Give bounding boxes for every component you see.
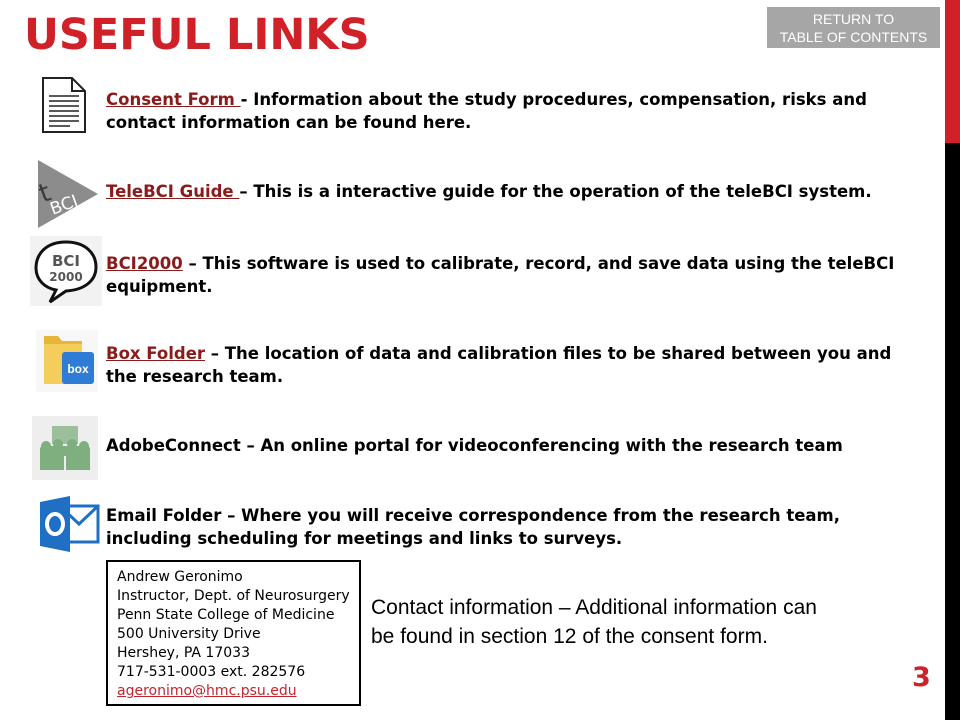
document-icon[interactable] bbox=[40, 76, 88, 134]
contact-email-link[interactable]: ageronimo@hmc.psu.edu bbox=[117, 682, 359, 701]
list-item-bci2000: BCI2000 – This software is used to calib… bbox=[106, 252, 896, 298]
page-title: USEFUL LINKS bbox=[24, 10, 370, 60]
email-folder-description: Email Folder – Where you will receive co… bbox=[106, 506, 840, 548]
contact-card: Andrew Geronimo Instructor, Dept. of Neu… bbox=[106, 560, 361, 706]
list-item-consent-form: Consent Form - Information about the stu… bbox=[106, 88, 896, 134]
return-button-line1: RETURN TO bbox=[812, 11, 895, 27]
telebci-logo-icon[interactable]: t BCI bbox=[36, 158, 100, 230]
contact-institution: Penn State College of Medicine bbox=[117, 607, 335, 623]
box-folder-link[interactable]: Box Folder bbox=[106, 344, 205, 363]
outlook-icon[interactable] bbox=[38, 494, 100, 554]
side-accent-bar-red bbox=[945, 0, 960, 143]
svg-text:BCI: BCI bbox=[52, 252, 80, 270]
adobeconnect-icon[interactable] bbox=[32, 416, 98, 480]
list-item-box-folder: Box Folder – The location of data and ca… bbox=[106, 342, 896, 388]
telebci-guide-description: – This is a interactive guide for the op… bbox=[239, 182, 872, 201]
bci2000-logo-icon[interactable]: BCI 2000 bbox=[30, 236, 102, 306]
contact-phone: 717-531-0003 ext. 282576 bbox=[117, 664, 306, 680]
contact-street: 500 University Drive bbox=[117, 626, 261, 642]
page-number: 3 bbox=[912, 662, 931, 693]
contact-position: Instructor, Dept. of Neurosurgery bbox=[117, 588, 350, 604]
return-button-line2: TABLE OF CONTENTS bbox=[779, 29, 928, 45]
side-accent-bar-black bbox=[945, 143, 960, 720]
svg-text:2000: 2000 bbox=[49, 270, 82, 284]
return-to-contents-button[interactable]: RETURN TO TABLE OF CONTENTS bbox=[767, 7, 940, 48]
consent-form-link[interactable]: Consent Form bbox=[106, 90, 241, 109]
contact-note: Contact information – Additional informa… bbox=[371, 596, 817, 648]
bci2000-description: – This software is used to calibrate, re… bbox=[106, 254, 895, 296]
svg-text:box: box bbox=[67, 362, 89, 376]
contact-name: Andrew Geronimo bbox=[117, 569, 243, 585]
contact-city: Hershey, PA 17033 bbox=[117, 645, 250, 661]
bci2000-link[interactable]: BCI2000 bbox=[106, 254, 183, 273]
list-item-adobeconnect: AdobeConnect – An online portal for vide… bbox=[106, 434, 896, 457]
telebci-guide-link[interactable]: TeleBCI Guide bbox=[106, 182, 239, 201]
box-folder-icon[interactable]: box bbox=[36, 330, 98, 392]
list-item-telebci-guide: TeleBCI Guide – This is a interactive gu… bbox=[106, 180, 896, 203]
box-folder-description: – The location of data and calibration f… bbox=[106, 344, 892, 386]
adobeconnect-description: AdobeConnect – An online portal for vide… bbox=[106, 436, 843, 455]
list-item-email-folder: Email Folder – Where you will receive co… bbox=[106, 504, 896, 550]
